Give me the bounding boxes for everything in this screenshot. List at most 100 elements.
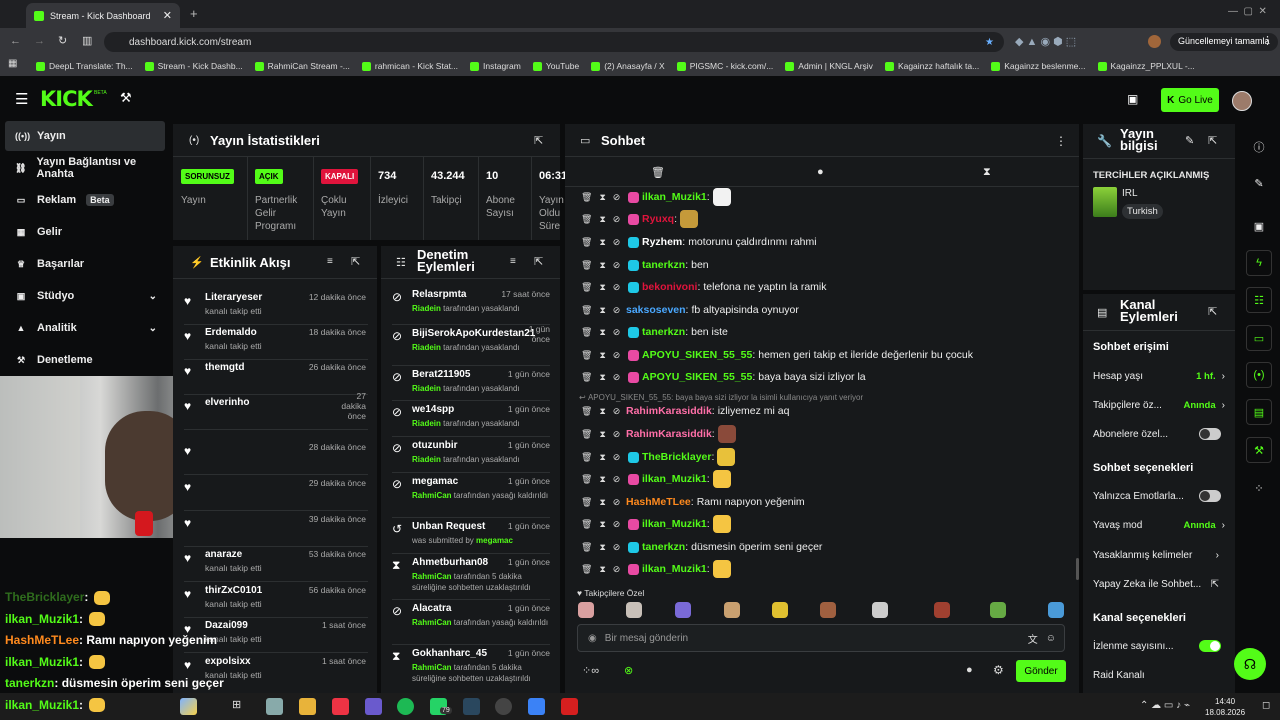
support-chat-icon[interactable]: ☊ bbox=[1234, 648, 1266, 680]
bookmark-item[interactable]: Kagainzz_PPLXUL -... bbox=[1097, 61, 1195, 71]
emote-picker-icon[interactable] bbox=[1048, 602, 1064, 618]
window-controls[interactable]: — ▢ ✕ bbox=[1228, 6, 1267, 17]
delete-icon[interactable]: 🗑 bbox=[581, 406, 592, 417]
delete-icon[interactable]: 🗑 bbox=[581, 260, 592, 271]
forward-icon[interactable]: → bbox=[34, 35, 45, 47]
popout-icon[interactable]: ⇱ bbox=[534, 134, 543, 147]
chat-username[interactable]: bekonivoni bbox=[642, 281, 697, 293]
app-icon[interactable] bbox=[561, 698, 578, 715]
bookmark-item[interactable]: Kagainzz beslenme... bbox=[991, 61, 1086, 71]
delete-icon[interactable]: 🗑 bbox=[581, 474, 592, 485]
delete-icon[interactable]: 🗑 bbox=[581, 564, 592, 575]
emoji-icon[interactable]: ☺ bbox=[1046, 633, 1056, 644]
browser-tab[interactable]: Stream - Kick Dashboard ✕ bbox=[26, 3, 180, 28]
steam-icon[interactable] bbox=[463, 698, 480, 715]
obs-icon[interactable] bbox=[495, 698, 512, 715]
clock[interactable]: 14:40 18.08.2026 bbox=[1205, 696, 1245, 718]
chat-menu-icon[interactable]: ⋮ bbox=[1055, 134, 1067, 148]
ban-icon[interactable]: ⊘ bbox=[613, 214, 621, 225]
ban-icon[interactable]: ⊘ bbox=[613, 282, 621, 293]
popout-icon[interactable]: ⇱ bbox=[534, 255, 543, 268]
ban-icon[interactable]: ⊘ bbox=[613, 192, 621, 203]
ban-icon[interactable]: ⊘ bbox=[613, 519, 621, 530]
timeout-icon[interactable]: ⧗ bbox=[599, 327, 605, 338]
nodes-icon[interactable]: ⁘ bbox=[1246, 475, 1272, 501]
popout-icon[interactable]: ⇱ bbox=[1208, 305, 1217, 318]
message-tab-icon[interactable]: ● bbox=[817, 166, 824, 178]
sidebar-item-3[interactable]: ▭ Reklam Beta bbox=[5, 185, 165, 215]
delete-icon[interactable]: 🗑 bbox=[581, 237, 592, 248]
bookmark-star-icon[interactable]: ★ bbox=[985, 37, 994, 48]
timeout-icon[interactable]: ⧗ bbox=[599, 519, 605, 530]
chat-icon[interactable]: ▭ bbox=[1246, 325, 1272, 351]
delete-icon[interactable]: 🗑 bbox=[581, 327, 592, 338]
category-name[interactable]: IRL bbox=[1122, 188, 1138, 199]
ban-icon[interactable]: ⊘ bbox=[613, 474, 621, 485]
reload-icon[interactable]: ↻ bbox=[58, 34, 67, 47]
translate-icon[interactable]: 文 bbox=[1028, 631, 1038, 646]
chat-username[interactable]: Ryzhem bbox=[642, 236, 682, 248]
ban-icon[interactable]: ⊘ bbox=[613, 350, 621, 361]
timeout-icon[interactable]: ⧗ bbox=[599, 406, 605, 417]
ban-icon[interactable]: ⊘ bbox=[613, 237, 621, 248]
explorer-icon[interactable] bbox=[299, 698, 316, 715]
widgets-icon[interactable] bbox=[180, 698, 197, 715]
emote-picker-icon[interactable] bbox=[772, 602, 788, 618]
ban-icon[interactable]: ⊘ bbox=[613, 429, 621, 440]
bolt-icon[interactable]: ϟ bbox=[1246, 250, 1272, 276]
info-icon[interactable]: ⓘ bbox=[1246, 134, 1272, 160]
layout-icon[interactable]: ▤ bbox=[1246, 399, 1272, 425]
sidebar-item-1[interactable]: ((•)) Yayın bbox=[5, 121, 165, 151]
wrench-icon[interactable]: ⚒ bbox=[1246, 437, 1272, 463]
emote-picker-icon[interactable] bbox=[626, 602, 642, 618]
timeout-icon[interactable]: ⧗ bbox=[599, 305, 605, 316]
chat-username[interactable]: tanerkzn bbox=[642, 259, 685, 271]
chat-username[interactable]: ilkan_Muzik1 bbox=[642, 191, 707, 203]
sidebar-item-7[interactable]: ▲ Analitik ⌄ bbox=[5, 313, 165, 343]
chat-username[interactable]: RahimKarasiddik bbox=[626, 428, 712, 440]
chat-username[interactable]: tanerkzn bbox=[642, 541, 685, 553]
sidebar-item-5[interactable]: ♕ Başarılar bbox=[5, 249, 165, 279]
popout-icon[interactable]: ⇱ bbox=[351, 255, 360, 268]
sidebar-item-8[interactable]: ⚒ Denetleme bbox=[5, 345, 165, 375]
delete-icon[interactable]: 🗑 bbox=[581, 542, 592, 553]
sidebar-item-6[interactable]: ▣ Stüdyo ⌄ bbox=[5, 281, 165, 311]
emote-picker-icon[interactable] bbox=[872, 602, 888, 618]
delete-icon[interactable]: 🗑 bbox=[581, 350, 592, 361]
chat-username[interactable]: APOYU_SIKEN_55_55 bbox=[642, 349, 752, 361]
bookmark-item[interactable]: Kagainzz haftalık ta... bbox=[884, 61, 979, 71]
sidepanel-icon[interactable]: ▥ bbox=[82, 34, 92, 47]
emote-picker-icon[interactable] bbox=[578, 602, 594, 618]
delete-icon[interactable]: 🗑 bbox=[581, 372, 592, 383]
emote-only-toggle[interactable] bbox=[1199, 490, 1221, 502]
sidebar-item-2[interactable]: ⛓ Yayın Bağlantısı ve Anahta bbox=[5, 153, 165, 183]
task-view-icon[interactable]: ⊞ bbox=[232, 698, 249, 715]
back-icon[interactable]: ← bbox=[10, 35, 21, 47]
chat-username[interactable]: APOYU_SIKEN_55_55 bbox=[642, 371, 752, 383]
system-tray-icons[interactable]: ⌃ ☁ ▭ ♪ ⌁ bbox=[1140, 700, 1190, 711]
timeout-icon[interactable]: ⧗ bbox=[599, 237, 605, 248]
timeout-icon[interactable]: ⧗ bbox=[599, 564, 605, 575]
chat-username[interactable]: Ryuxq bbox=[642, 213, 674, 225]
bookmark-item[interactable]: (2) Anasayfa / X bbox=[591, 61, 665, 71]
emote-picker-icon[interactable] bbox=[724, 602, 740, 618]
user-avatar[interactable] bbox=[1232, 91, 1252, 111]
chat-scrollbar[interactable] bbox=[1076, 558, 1079, 580]
delete-icon[interactable]: 🗑 bbox=[581, 192, 592, 203]
edit-icon[interactable]: ✎ bbox=[1185, 134, 1194, 147]
discord-icon[interactable] bbox=[365, 698, 382, 715]
delete-icon[interactable]: 🗑 bbox=[581, 282, 592, 293]
bookmark-item[interactable]: rahmican - Kick Stat... bbox=[361, 61, 458, 71]
hamburger-menu-icon[interactable]: ☰ bbox=[15, 90, 28, 108]
infinity-icon[interactable]: ⁘∞ bbox=[582, 664, 599, 677]
bookmark-item[interactable]: Instagram bbox=[470, 61, 521, 71]
ban-icon[interactable]: ⊘ bbox=[613, 452, 621, 463]
ban-icon[interactable]: ⊘ bbox=[613, 327, 621, 338]
timeout-icon[interactable]: ⧗ bbox=[599, 214, 605, 225]
filter-icon[interactable]: ≡ bbox=[327, 256, 333, 267]
account-age-row[interactable]: Hesap yaşı 1 hf. › bbox=[1093, 367, 1225, 385]
app-icon[interactable] bbox=[528, 698, 545, 715]
kick-logo[interactable]: KICK bbox=[40, 87, 93, 111]
timeout-icon[interactable]: ⧗ bbox=[599, 429, 605, 440]
bookmark-item[interactable]: DeepL Translate: Th... bbox=[36, 61, 133, 71]
